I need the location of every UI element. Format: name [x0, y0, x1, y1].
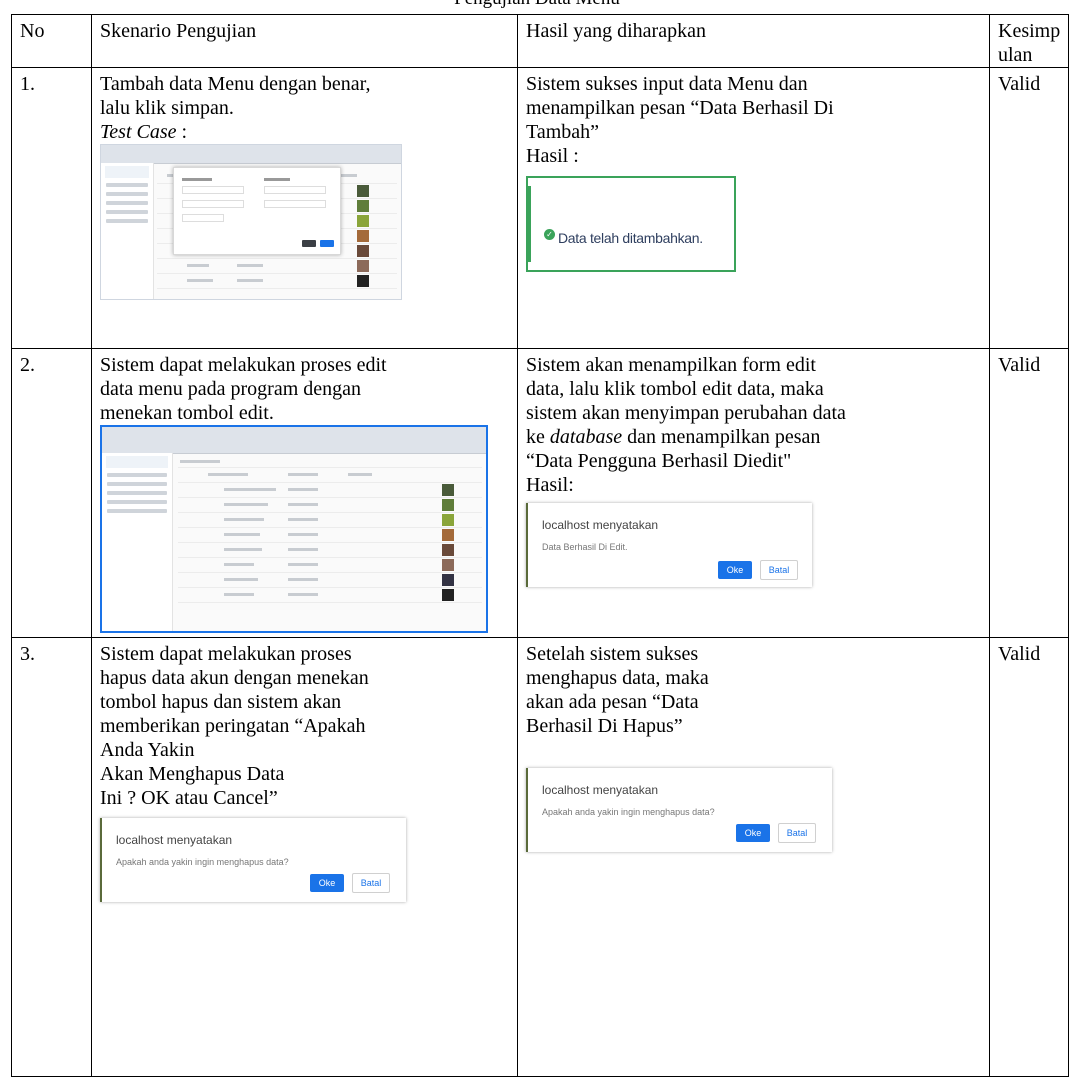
test-table: No Skenario Pengujian Hasil yang diharap… — [11, 14, 1070, 1077]
hasil-text: “Data Pengguna Berhasil Diedit" — [526, 450, 792, 472]
test-case-label: Test Case : — [100, 121, 188, 143]
skenario-text: tombol hapus dan sistem akan — [100, 691, 342, 713]
delete-confirm-dialog: localhost menyatakan Apakah anda yakin i… — [526, 768, 832, 852]
hasil-label: Hasil: — [526, 474, 574, 496]
hasil-text: Setelah sistem sukses — [526, 643, 699, 665]
header-kesimpulan-line2: ulan — [998, 44, 1033, 66]
add-menu-modal — [173, 167, 341, 255]
dialog-message: Apakah anda yakin ingin menghapus data? — [542, 807, 715, 817]
skenario-text: Akan Menghapus Data — [100, 763, 285, 785]
dialog-title: localhost menyatakan — [116, 833, 233, 847]
hasil-text: menghapus data, maka — [526, 667, 709, 689]
hasil-label: Hasil : — [526, 145, 579, 167]
hasil-cell: Sistem akan menampilkan form edit data, … — [517, 348, 990, 638]
skenario-text: data menu pada program dengan — [100, 378, 362, 400]
table-row: 2. Sistem dapat melakukan proses edit da… — [11, 348, 1070, 638]
skenario-text: Ini ? OK atau Cancel” — [100, 787, 278, 809]
skenario-text: menekan tombol edit. — [100, 402, 274, 424]
skenario-text: Tambah data Menu dengan benar, — [100, 73, 371, 95]
hasil-text: Sistem akan menampilkan form edit — [526, 354, 816, 376]
hasil-text: sistem akan menyimpan perubahan data — [526, 402, 846, 424]
header-no: No — [11, 14, 92, 68]
add-menu-screenshot — [100, 144, 402, 300]
skenario-text: Sistem dapat melakukan proses edit — [100, 354, 387, 376]
hasil-text: ke database dan menampilkan pesan — [526, 426, 821, 448]
dialog-title: localhost menyatakan — [542, 518, 659, 532]
header-kesimpulan: Kesimp ulan — [988, 14, 1070, 68]
skenario-text: Anda Yakin — [100, 739, 195, 761]
header-row: No Skenario Pengujian Hasil yang diharap… — [11, 14, 1070, 68]
hasil-text: Sistem sukses input data Menu dan — [526, 73, 808, 95]
skenario-cell: Sistem dapat melakukan proses edit data … — [91, 348, 518, 638]
toast-message: Data telah ditambahkan. — [558, 230, 703, 246]
cancel-button[interactable]: Batal — [778, 823, 816, 843]
header-skenario: Skenario Pengujian — [91, 14, 518, 68]
hasil-text: akan ada pesan “Data — [526, 691, 699, 713]
hasil-text: data, lalu klik tombol edit data, maka — [526, 378, 824, 400]
ok-button[interactable]: Oke — [718, 561, 752, 579]
hasil-text: menampilkan pesan “Data Berhasil Di — [526, 97, 834, 119]
table-caption: Pengujian Data Menu — [0, 0, 1074, 10]
row-number: 1. — [11, 67, 92, 349]
check-icon: ✓ — [544, 229, 555, 240]
hasil-cell: Setelah sistem sukses menghapus data, ma… — [517, 637, 990, 1077]
table-row: 3. Sistem dapat melakukan proses hapus d… — [11, 637, 1070, 1077]
kesimpulan-cell: Valid — [988, 637, 1070, 1077]
header-hasil: Hasil yang diharapkan — [517, 14, 990, 68]
ok-button[interactable]: Oke — [310, 874, 344, 892]
skenario-text: lalu klik simpan. — [100, 97, 234, 119]
dialog-message: Data Berhasil Di Edit. — [542, 542, 628, 552]
skenario-cell: Sistem dapat melakukan proses hapus data… — [91, 637, 518, 1077]
delete-confirm-dialog: localhost menyatakan Apakah anda yakin i… — [100, 818, 406, 902]
edit-success-dialog: localhost menyatakan Data Berhasil Di Ed… — [526, 503, 812, 587]
kesimpulan-cell: Valid — [988, 348, 1070, 638]
row-number: 3. — [11, 637, 92, 1077]
table-row: 1. Tambah data Menu dengan benar, lalu k… — [11, 67, 1070, 349]
header-kesimpulan-line1: Kesimp — [998, 20, 1061, 42]
cancel-button[interactable]: Batal — [352, 873, 390, 893]
dialog-title: localhost menyatakan — [542, 783, 659, 797]
dialog-message: Apakah anda yakin ingin menghapus data? — [116, 857, 289, 867]
hasil-cell: Sistem sukses input data Menu dan menamp… — [517, 67, 990, 349]
skenario-cell: Tambah data Menu dengan benar, lalu klik… — [91, 67, 518, 349]
skenario-text: hapus data akun dengan menekan — [100, 667, 369, 689]
success-toast: ✓ Data telah ditambahkan. — [526, 176, 736, 272]
kesimpulan-cell: Valid — [988, 67, 1070, 349]
skenario-text: Sistem dapat melakukan proses — [100, 643, 352, 665]
cancel-button[interactable]: Batal — [760, 560, 798, 580]
row-number: 2. — [11, 348, 92, 638]
edit-menu-screenshot — [100, 425, 488, 633]
hasil-text: Berhasil Di Hapus” — [526, 715, 683, 737]
ok-button[interactable]: Oke — [736, 824, 770, 842]
skenario-text: memberikan peringatan “Apakah — [100, 715, 366, 737]
hasil-text: Tambah” — [526, 121, 600, 143]
